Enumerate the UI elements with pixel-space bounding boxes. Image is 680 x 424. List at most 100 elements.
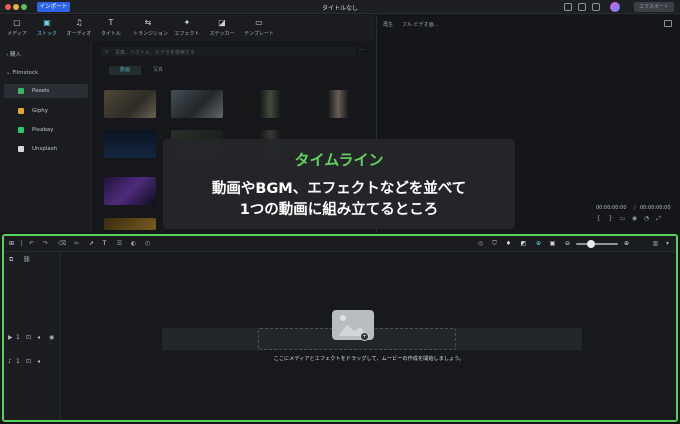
bracket-in-icon[interactable]: { xyxy=(595,215,602,222)
template-icon: ▭ xyxy=(255,18,263,27)
stock-thumbnail[interactable] xyxy=(104,218,156,230)
camera-icon[interactable]: ◉ xyxy=(631,215,638,222)
add-track-icon[interactable]: ⧉ xyxy=(9,256,13,264)
snap-icon[interactable]: ⊕ xyxy=(535,240,542,247)
lock-icon[interactable]: ⊡ xyxy=(26,358,31,365)
sidebar-item-unsplash[interactable]: Unsplash xyxy=(4,142,88,156)
gift-icon[interactable] xyxy=(592,3,600,11)
volume-icon[interactable]: ◔ xyxy=(643,215,650,222)
text-t-icon: T xyxy=(108,18,114,27)
chevron-down-icon[interactable]: ▾ xyxy=(664,240,671,247)
adjust-icon[interactable]: ☰ xyxy=(116,240,123,247)
tab-stock[interactable]: ▣ ストック xyxy=(32,18,62,37)
volume-icon[interactable]: ◂ xyxy=(37,334,40,341)
snapshot-icon[interactable] xyxy=(664,20,672,27)
callout-title: タイムライン xyxy=(294,151,384,169)
stock-thumbnail[interactable] xyxy=(307,90,359,118)
sidebar-item-label: Pixabay xyxy=(32,127,54,133)
import-button[interactable]: インポート xyxy=(37,2,70,12)
caption-icon[interactable]: ▣ xyxy=(549,240,556,247)
callout-line-2: 1つの動画に組み立てるところ xyxy=(239,202,439,218)
zoom-out-icon[interactable]: ⊖ xyxy=(564,240,571,247)
preview-label: 再生 xyxy=(383,22,394,28)
text-icon[interactable]: T xyxy=(101,240,108,247)
giphy-icon xyxy=(18,108,24,114)
current-time: 00:00:00:00 xyxy=(596,205,627,211)
more-options-icon[interactable]: ··· xyxy=(359,47,365,54)
grid-icon[interactable]: ⊞ xyxy=(8,240,15,247)
pointer-icon[interactable]: ➚ xyxy=(88,240,95,247)
fullscreen-icon[interactable]: ⤢ xyxy=(655,215,662,222)
tab-effects[interactable]: ✦ エフェクト xyxy=(172,18,202,37)
microphone-icon[interactable]: ♦ xyxy=(505,240,512,247)
tab-media[interactable]: ▢ メディア xyxy=(2,18,32,37)
stock-thumbnail[interactable] xyxy=(239,90,291,118)
preview-controls: { } ▭ ◉ ◔ ⤢ xyxy=(595,215,662,222)
pixabay-icon xyxy=(18,127,24,133)
stock-icon: ▣ xyxy=(43,18,51,27)
timeline-track-area[interactable]: + ここにメディアとエフェクトをドラッグして、ムービーの作成を開始しましょう。 xyxy=(62,252,676,420)
tab-label: メディア xyxy=(7,31,27,37)
zoom-slider[interactable] xyxy=(576,243,618,245)
export-button[interactable]: エクスポート xyxy=(634,2,674,12)
undo-icon[interactable]: ↶ xyxy=(28,240,35,247)
search-placeholder: 写真、ベクトル、ビデオを検索する xyxy=(115,50,196,56)
shield-icon[interactable]: ⛉ xyxy=(491,240,498,247)
save-icon[interactable] xyxy=(578,3,586,11)
sidebar-item-giphy[interactable]: Giphy xyxy=(4,104,88,118)
upload-icon[interactable] xyxy=(564,3,572,11)
zoom-window-button[interactable] xyxy=(21,4,27,10)
zoom-slider-handle[interactable] xyxy=(587,240,595,248)
zoom-in-icon[interactable]: ⊕ xyxy=(623,240,630,247)
sidebar-group-filmstock[interactable]: ⌄ Filmstock xyxy=(6,70,38,76)
stock-thumbnail[interactable] xyxy=(104,177,156,205)
stock-thumbnail[interactable] xyxy=(104,130,156,158)
sidebar-purchase[interactable]: › 購入 xyxy=(6,50,21,58)
layers-icon[interactable]: ◩ xyxy=(520,240,527,247)
tab-transition[interactable]: ⇆ トランジション xyxy=(133,18,168,37)
sidebar-purchase-label: 購入 xyxy=(9,52,21,58)
cut-icon[interactable]: ✂ xyxy=(73,240,80,247)
monitor-icon[interactable]: ▭ xyxy=(619,215,626,222)
pexels-icon xyxy=(18,88,24,94)
render-icon[interactable]: ◎ xyxy=(477,240,484,247)
speed-icon[interactable]: ◴ xyxy=(144,240,151,247)
stock-sidebar: › 購入 ⌄ Filmstock Pexels Giphy Pixabay Un… xyxy=(0,42,92,232)
preview-quality-select[interactable]: フル ビデオ画… xyxy=(402,21,439,28)
color-icon[interactable]: ◐ xyxy=(130,240,137,247)
lock-icon[interactable]: ⊡ xyxy=(26,334,31,341)
search-input[interactable]: ⌕ 写真、ベクトル、ビデオを検索する xyxy=(101,47,356,56)
search-icon: ⌕ xyxy=(105,48,109,55)
sidebar-item-pixabay[interactable]: Pixabay xyxy=(4,123,88,137)
callout-line-1: 動画やBGM、エフェクトなどを並べて xyxy=(211,181,467,197)
stock-thumbnail[interactable] xyxy=(171,90,223,118)
audio-track-icon: ♪ xyxy=(8,358,12,365)
sidebar-item-pexels[interactable]: Pexels xyxy=(4,84,88,98)
title-bar: インポート タイトルなし エクスポート xyxy=(0,0,680,14)
timeline-toolbar: ⊞ | ↶ ↷ ⌫ ✂ ➚ T ☰ ◐ ◴ ◎ ⛉ ♦ ◩ ⊕ ▣ ⊖ ⊕ ▥ … xyxy=(4,236,676,252)
tab-sticker[interactable]: ◪ ステッカー xyxy=(207,18,237,37)
tab-video[interactable]: 動画 xyxy=(109,66,141,75)
tab-template[interactable]: ▭ テンプレート xyxy=(244,18,274,37)
volume-icon[interactable]: ◂ xyxy=(37,358,40,365)
link-icon[interactable]: ⛓ xyxy=(23,256,31,263)
timeline-panel: ⊞ | ↶ ↷ ⌫ ✂ ➚ T ☰ ◐ ◴ ◎ ⛉ ♦ ◩ ⊕ ▣ ⊖ ⊕ ▥ … xyxy=(2,234,678,422)
effects-icon: ✦ xyxy=(183,18,191,27)
sidebar-group-label: Filmstock xyxy=(12,70,39,76)
stock-thumbnail[interactable] xyxy=(104,90,156,118)
redo-icon[interactable]: ↷ xyxy=(42,240,49,247)
plus-icon: + xyxy=(360,332,369,341)
panel-layout-icon[interactable]: ▥ xyxy=(652,240,659,247)
avatar[interactable] xyxy=(610,2,620,12)
eye-icon[interactable]: ◉ xyxy=(49,334,54,341)
tab-photo[interactable]: 写真 xyxy=(153,66,163,75)
title-bar-icons xyxy=(564,3,600,11)
tab-audio[interactable]: ♫ オーディオ xyxy=(64,18,94,37)
tab-title[interactable]: T タイトル xyxy=(96,18,126,37)
delete-icon[interactable]: ⌫ xyxy=(58,240,66,247)
minimize-window-button[interactable] xyxy=(13,4,19,10)
tab-label: タイトル xyxy=(100,31,121,37)
bracket-out-icon[interactable]: } xyxy=(607,215,614,222)
tab-label: ストック xyxy=(36,31,57,37)
close-window-button[interactable] xyxy=(5,4,11,10)
